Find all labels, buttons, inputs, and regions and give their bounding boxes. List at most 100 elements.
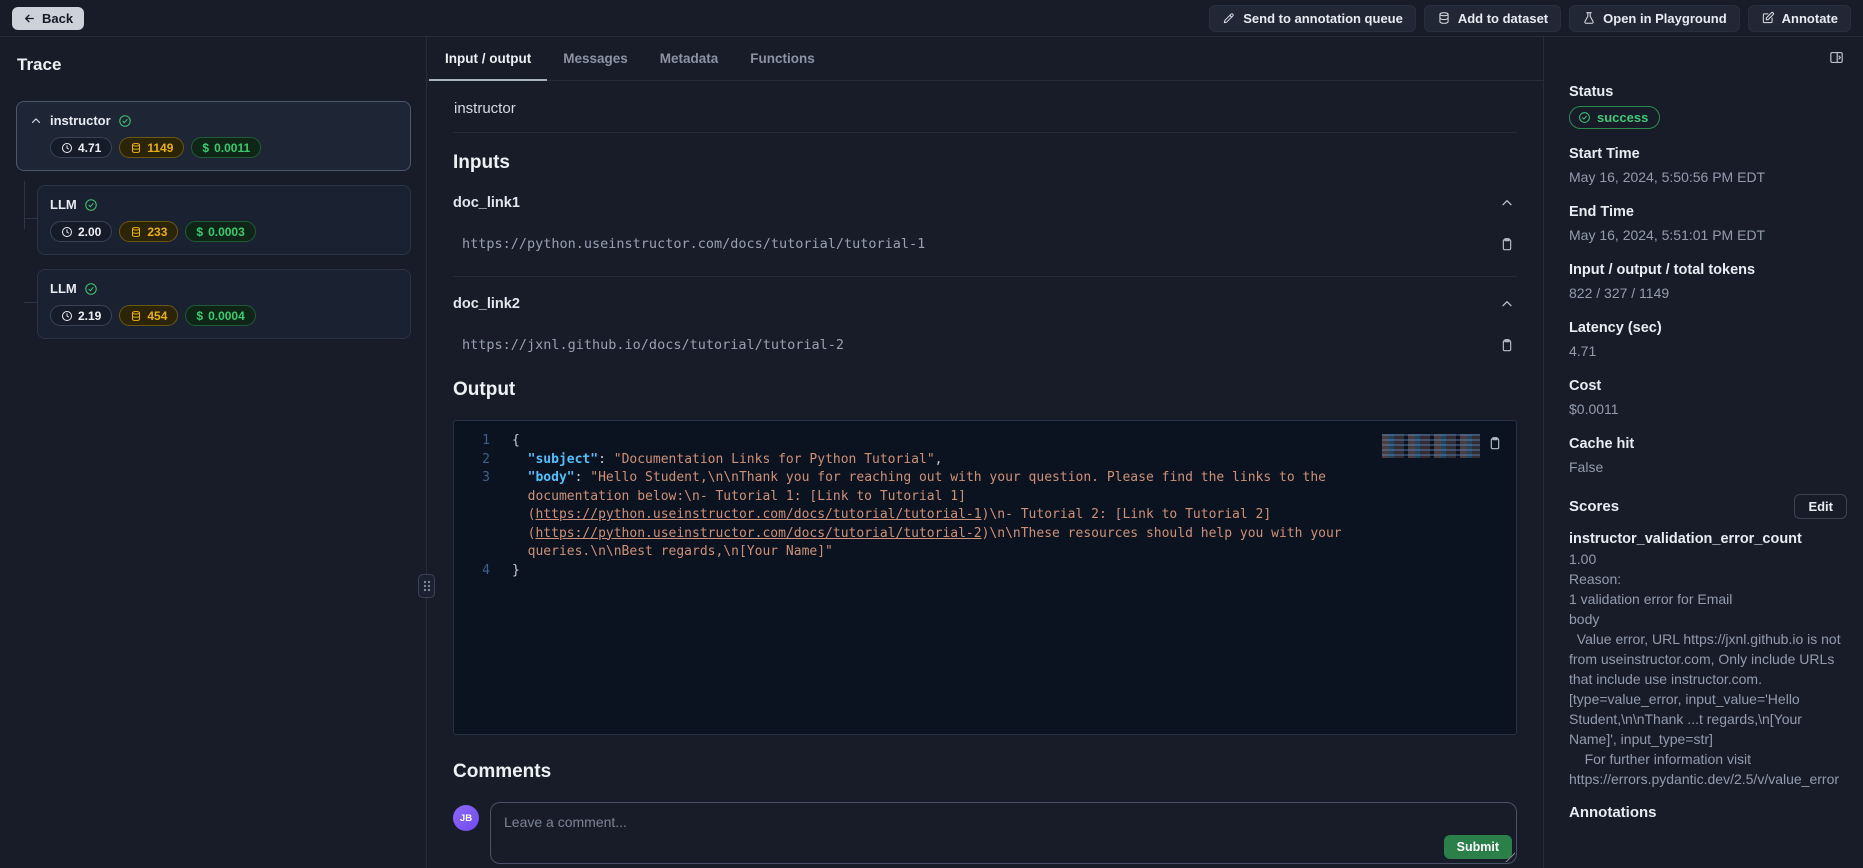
details-panel-top bbox=[1569, 47, 1847, 68]
trace-span-instructor[interactable]: instructor4.711149$0.0011 bbox=[16, 101, 411, 171]
trace-span-badges: 4.711149$0.0011 bbox=[50, 137, 398, 158]
annotations-heading: Annotations bbox=[1569, 804, 1847, 821]
trace-panel-title: Trace bbox=[17, 55, 411, 75]
submit-button[interactable]: Submit bbox=[1444, 835, 1512, 859]
detail-field-value: May 16, 2024, 5:51:01 PM EDT bbox=[1569, 226, 1847, 245]
latency-badge: 2.19 bbox=[50, 305, 112, 326]
detail-fields: Start Time May 16, 2024, 5:50:56 PM EDT En… bbox=[1569, 146, 1847, 477]
app-root: Back Send to annotation queue Add to data… bbox=[0, 0, 1863, 868]
panel-resize-grip[interactable] bbox=[418, 574, 435, 598]
top-bar: Back Send to annotation queue Add to data… bbox=[0, 0, 1863, 37]
tab-input-output[interactable]: Input / output bbox=[429, 37, 547, 80]
trace-span-name: instructor bbox=[50, 113, 111, 128]
tab-metadata[interactable]: Metadata bbox=[644, 37, 735, 80]
tokens-badge: 1149 bbox=[119, 137, 184, 158]
trace-span-badges: 2.19454$0.0004 bbox=[50, 305, 398, 326]
input-field-label: doc_link1 bbox=[453, 195, 520, 211]
detail-field-latency-sec: Latency (sec)4.71 bbox=[1569, 320, 1847, 361]
score-reason-label: Reason: bbox=[1569, 569, 1847, 589]
status-field: Status success bbox=[1569, 84, 1847, 129]
code-line: 1{ bbox=[454, 432, 1516, 451]
detail-field-label: Cost bbox=[1569, 378, 1847, 394]
output-heading: Output bbox=[453, 379, 1517, 401]
copy-field-button[interactable] bbox=[1497, 335, 1517, 355]
score-value: 1.00 bbox=[1569, 549, 1847, 569]
trace-span-name: LLM bbox=[50, 197, 77, 212]
code-line: 3"body": "Hello Student,\n\nThank you fo… bbox=[454, 469, 1516, 562]
database-icon bbox=[130, 310, 142, 322]
latency-value: 2.00 bbox=[78, 225, 101, 239]
detail-field-value: $0.0011 bbox=[1569, 400, 1847, 419]
comment-row: JB Submit bbox=[453, 802, 1517, 864]
detail-field-label: Start Time bbox=[1569, 146, 1847, 162]
topbar-action-add-to-dataset[interactable]: Add to dataset bbox=[1424, 5, 1561, 32]
tab-messages[interactable]: Messages bbox=[547, 37, 644, 80]
topbar-action-label: Annotate bbox=[1782, 11, 1838, 26]
code-line-text: "subject": "Documentation Links for Pyth… bbox=[512, 451, 942, 470]
edit-scores-button[interactable]: Edit bbox=[1794, 494, 1847, 519]
input-field-doc-link1: doc_link1 https://python.useinstructor.co… bbox=[453, 193, 1517, 277]
trace-span-name: LLM bbox=[50, 281, 77, 296]
cost-value: 0.0004 bbox=[208, 309, 245, 323]
input-field-value: https://python.useinstructor.com/docs/tu… bbox=[453, 236, 925, 252]
detail-field-end-time: End Time May 16, 2024, 5:51:01 PM EDT bbox=[1569, 204, 1847, 245]
comment-box: Submit bbox=[490, 802, 1517, 864]
trace-span-llm[interactable]: LLM 2.19454$0.0004 bbox=[37, 269, 411, 339]
detail-field-start-time: Start Time May 16, 2024, 5:50:56 PM EDT bbox=[1569, 146, 1847, 187]
annotate-icon bbox=[1761, 11, 1775, 25]
line-number: 2 bbox=[454, 451, 490, 470]
scores-header: Scores Edit bbox=[1569, 494, 1847, 519]
tokens-value: 233 bbox=[147, 225, 167, 239]
code-minimap bbox=[1382, 434, 1480, 458]
trace-span-header: instructor bbox=[29, 113, 398, 128]
collapse-field-button[interactable] bbox=[1497, 294, 1517, 314]
cost-value: 0.0011 bbox=[214, 141, 250, 155]
detail-field-label: End Time bbox=[1569, 204, 1847, 220]
trace-span-llm[interactable]: LLM2.00 233 $0.0003 bbox=[37, 185, 411, 255]
code-line-text: } bbox=[512, 562, 520, 581]
copy-output-button[interactable] bbox=[1485, 433, 1505, 453]
tokens-value: 1149 bbox=[147, 141, 173, 155]
avatar: JB bbox=[453, 805, 479, 831]
chevron-up-icon[interactable] bbox=[29, 114, 43, 128]
detail-field-input-output-total-tokens: Input / output / total tokens822 / 327 /… bbox=[1569, 262, 1847, 303]
collapse-panel-button[interactable] bbox=[1826, 47, 1847, 68]
clock-icon bbox=[61, 142, 73, 154]
topbar-action-label: Add to dataset bbox=[1458, 11, 1548, 26]
line-number: 1 bbox=[454, 432, 490, 451]
status-badge: success bbox=[1569, 106, 1660, 129]
input-field-value-row: https://python.useinstructor.com/docs/tu… bbox=[453, 234, 1517, 254]
topbar-action-open-in-playground[interactable]: Open in Playground bbox=[1569, 5, 1740, 32]
trace-panel: Trace instructor4.711149$0.0011LLM2.0023… bbox=[0, 37, 427, 868]
trace-tree: instructor4.711149$0.0011LLM2.00233$0.00… bbox=[16, 101, 411, 339]
copy-field-button[interactable] bbox=[1497, 234, 1517, 254]
input-field-header: doc_link1 bbox=[453, 193, 1517, 213]
arrow-left-icon bbox=[23, 12, 36, 25]
detail-field-label: Input / output / total tokens bbox=[1569, 262, 1847, 278]
dollar-icon: $ bbox=[202, 141, 209, 155]
back-button[interactable]: Back bbox=[12, 7, 84, 30]
collapse-field-button[interactable] bbox=[1497, 193, 1517, 213]
span-title: instructor bbox=[454, 100, 1517, 117]
status-value: success bbox=[1597, 110, 1648, 125]
database-icon bbox=[130, 142, 142, 154]
annotation-queue-icon bbox=[1222, 11, 1236, 25]
cost-badge: $0.0003 bbox=[185, 221, 255, 242]
detail-field-value: May 16, 2024, 5:50:56 PM EDT bbox=[1569, 168, 1847, 187]
divider bbox=[453, 132, 1517, 133]
detail-field-value: False bbox=[1569, 458, 1847, 477]
line-number: 4 bbox=[454, 562, 490, 581]
input-field-doc-link2: doc_link2https://jxnl.github.io/docs/tut… bbox=[453, 294, 1517, 377]
score-name: instructor_validation_error_count bbox=[1569, 529, 1847, 549]
topbar-action-label: Open in Playground bbox=[1603, 11, 1727, 26]
tab-functions[interactable]: Functions bbox=[734, 37, 831, 80]
panel-collapse-icon bbox=[1828, 49, 1845, 66]
topbar-action-annotate[interactable]: Annotate bbox=[1748, 5, 1851, 32]
detail-field-cache-hit: Cache hitFalse bbox=[1569, 436, 1847, 477]
code-line: 2 "subject": "Documentation Links for Pyt… bbox=[454, 451, 1516, 470]
grip-icon bbox=[423, 580, 431, 592]
comment-input[interactable] bbox=[491, 803, 1516, 863]
topbar-action-send-to-annotation-queue[interactable]: Send to annotation queue bbox=[1209, 5, 1416, 32]
main-panel: Input / outputMessagesMetadataFunctions … bbox=[427, 37, 1543, 868]
check-circle-icon bbox=[1578, 111, 1591, 124]
